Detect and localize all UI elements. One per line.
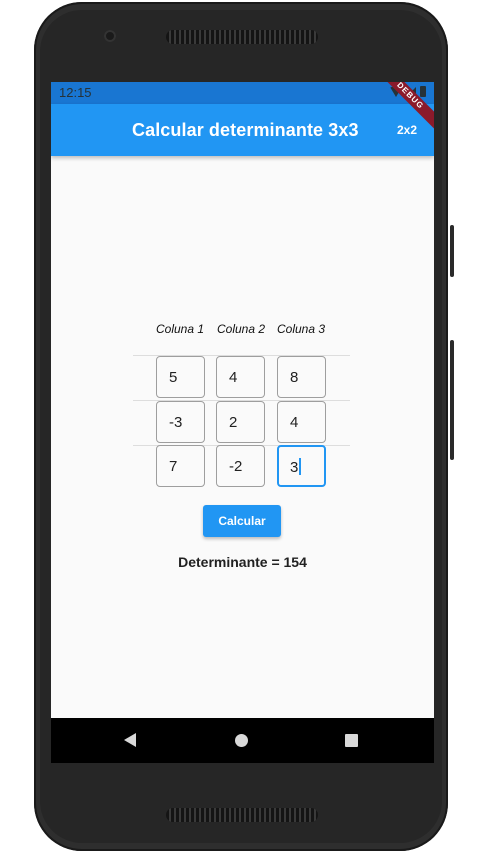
matrix-cell-r1c3[interactable]: 8 (277, 356, 326, 398)
text-cursor (299, 458, 302, 475)
matrix-cell-r1c2[interactable]: 4 (216, 356, 265, 398)
column-header-2: Coluna 2 (217, 322, 266, 336)
recents-icon[interactable] (345, 734, 358, 747)
column-header-3: Coluna 3 (277, 322, 326, 336)
front-camera (104, 30, 116, 42)
volume-button (450, 225, 454, 277)
matrix-cell-r3c2[interactable]: -2 (216, 445, 265, 487)
app-screen: 12:15 Calcular determinante 3x3 2x2 DEBU… (51, 82, 434, 763)
column-header-1: Coluna 1 (156, 322, 205, 336)
power-button (450, 340, 454, 460)
matrix-cell-r2c2[interactable]: 2 (216, 401, 265, 443)
matrix-cell-r3c3-value: 3 (290, 459, 299, 476)
matrix-cell-r1c1[interactable]: 5 (156, 356, 205, 398)
status-bar: 12:15 (51, 82, 434, 104)
matrix-cell-r2c3[interactable]: 4 (277, 401, 326, 443)
matrix-cell-r3c1[interactable]: 7 (156, 445, 205, 487)
matrix-cell-r2c1[interactable]: -3 (156, 401, 205, 443)
page-title: Calcular determinante 3x3 (132, 120, 359, 140)
back-icon[interactable] (124, 733, 136, 747)
matrix-cell-r3c3[interactable]: 3 (277, 445, 326, 487)
app-bar: Calcular determinante 3x3 2x2 (51, 104, 434, 156)
top-speaker (166, 30, 318, 44)
bottom-speaker (166, 808, 318, 822)
calculate-button[interactable]: Calcular (203, 505, 281, 537)
home-icon[interactable] (235, 734, 248, 747)
navigation-bar (51, 718, 434, 763)
determinant-result: Determinante = 154 (178, 554, 307, 570)
status-time: 12:15 (59, 85, 92, 100)
battery-icon (420, 86, 426, 97)
switch-2x2-button[interactable]: 2x2 (397, 123, 417, 137)
